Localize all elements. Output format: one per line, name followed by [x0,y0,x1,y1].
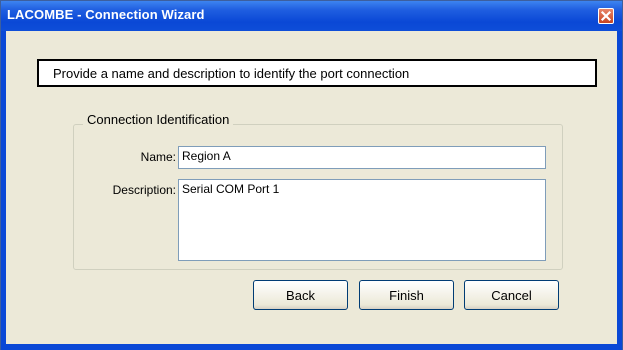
close-button[interactable] [598,8,614,24]
window-frame-bottom [1,344,622,350]
back-button[interactable]: Back [253,280,348,310]
description-field[interactable]: Serial COM Port 1 [178,179,546,261]
name-field[interactable]: Region A [178,146,546,169]
name-label: Name: [140,150,176,164]
title-bar[interactable]: LACOMBE - Connection Wizard [1,1,622,31]
group-legend: Connection Identification [83,112,234,127]
wizard-window: LACOMBE - Connection Wizard Provide a na… [0,0,623,350]
instruction-text: Provide a name and description to identi… [53,66,410,81]
cancel-button[interactable]: Cancel [464,280,559,310]
finish-button[interactable]: Finish [359,280,454,310]
window-title: LACOMBE - Connection Wizard [7,7,205,22]
window-frame-right [617,31,622,350]
close-icon [600,10,612,22]
description-label: Description: [112,183,176,197]
instruction-banner: Provide a name and description to identi… [37,59,597,87]
